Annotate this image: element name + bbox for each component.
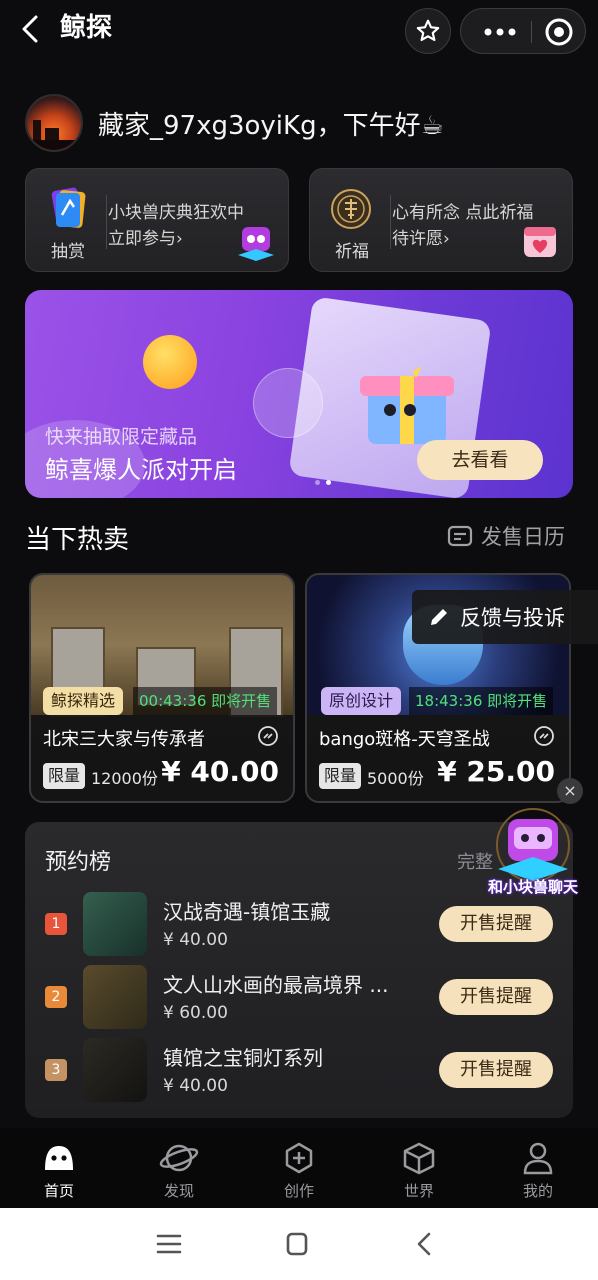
product-name: bango斑格-天穹圣战 [319, 729, 490, 750]
promo-banner[interactable]: 快来抽取限定藏品 鲸喜爆人派对开启 去看看 [25, 290, 573, 498]
home-square-icon[interactable] [282, 1230, 312, 1258]
banner-headline: 鲸喜爆人派对开启 [45, 456, 237, 484]
sale-reminder-button[interactable]: 开售提醒 [439, 979, 553, 1015]
tab-label: 创作 [283, 1182, 314, 1200]
product-info: 鲸探精选 00:43:36 即将开售 北宋三大家与传承者 限量 12000份 ¥… [31, 687, 293, 801]
banner-cta-button[interactable]: 去看看 [417, 440, 543, 480]
rank-number: 1 [45, 913, 67, 935]
gift-box-icon [360, 362, 454, 444]
rank-thumbnail [83, 965, 147, 1029]
more-icon[interactable] [477, 9, 523, 55]
card-title: 小块兽庆典狂欢中 [108, 203, 244, 223]
greeting-text: 藏家_97xg3oyiKg，下午好☕ [98, 111, 444, 141]
mascot-small-icon [238, 227, 274, 261]
card-action: 待许愿› [392, 229, 450, 249]
product-info: 原创设计 18:43:36 即将开售 bango斑格-天穹圣战 限量 5000份… [307, 687, 569, 801]
tab-label: 世界 [403, 1182, 434, 1200]
system-navigation-bar [0, 1208, 598, 1280]
edition-count: 5000份 [367, 769, 424, 788]
pagination-dot [315, 480, 320, 485]
banner-subtitle: 快来抽取限定藏品 [45, 426, 198, 448]
rank-item-price: ¥ 40.00 [163, 1076, 228, 1096]
tab-profile[interactable]: 我的 [498, 1140, 578, 1201]
card-divider [390, 195, 391, 249]
tab-home[interactable]: 首页 [19, 1140, 99, 1201]
capsule-divider [531, 21, 532, 43]
rank-number: 2 [45, 986, 67, 1008]
ranking-row[interactable]: 2 文人山水画的最高境界 ... ¥ 60.00 开售提醒 [25, 965, 573, 1031]
rank-item-price: ¥ 40.00 [163, 930, 228, 950]
ranking-title: 预约榜 [45, 850, 112, 875]
card-divider [106, 195, 107, 249]
avatar[interactable] [25, 94, 83, 152]
rank-thumbnail [83, 892, 147, 956]
limited-badge: 限量 [43, 763, 85, 789]
cube-icon [403, 1142, 435, 1175]
plus-circle-icon [285, 1142, 313, 1174]
ranking-row[interactable]: 3 镇馆之宝铜灯系列 ¥ 40.00 开售提醒 [25, 1038, 573, 1104]
tab-label: 发现 [163, 1182, 194, 1200]
pencil-icon [431, 609, 447, 625]
product-card[interactable]: 鲸探精选 00:43:36 即将开售 北宋三大家与传承者 限量 12000份 ¥… [29, 573, 295, 803]
calendar-icon [447, 525, 473, 547]
tab-label: 首页 [43, 1182, 74, 1200]
close-target-icon[interactable] [541, 14, 577, 50]
calendar-heart-icon [524, 227, 556, 257]
party-emoji-icon [143, 335, 197, 389]
edition-count: 12000份 [91, 769, 158, 788]
limited-badge: 限量 [319, 763, 361, 789]
draw-reward-card[interactable]: 抽赏 小块兽庆典狂欢中 立即参与› [25, 168, 289, 272]
back-icon[interactable] [14, 12, 48, 46]
banner-pagination [315, 480, 331, 485]
rank-item-name: 文人山水画的最高境界 ... [163, 973, 389, 997]
feedback-label: 反馈与投诉 [460, 606, 565, 630]
product-price: ¥ 40.00 [161, 755, 279, 788]
mascot-chat-label[interactable]: 和小块兽聊天 [478, 876, 588, 897]
top-bar: 鲸探 [0, 0, 598, 62]
card-action: 立即参与› [108, 229, 183, 249]
home-icon [45, 1146, 73, 1170]
tab-world[interactable]: 世界 [379, 1140, 459, 1201]
release-calendar-link[interactable]: 发售日历 [447, 522, 565, 550]
chain-link-icon [258, 726, 278, 746]
rank-item-name: 汉战奇遇-镇馆玉藏 [163, 900, 331, 924]
favorite-button[interactable] [405, 8, 451, 54]
sale-reminder-button[interactable]: 开售提醒 [439, 1052, 553, 1088]
back-arrow-icon[interactable] [410, 1230, 440, 1258]
page-title: 鲸探 [60, 13, 113, 43]
product-tag: 鲸探精选 [43, 687, 124, 715]
mini-program-capsule [460, 8, 586, 54]
tab-create[interactable]: 创作 [259, 1140, 339, 1201]
person-icon [523, 1142, 553, 1175]
product-countdown: 00:43:36 即将开售 [133, 687, 278, 715]
rank-item-name: 镇馆之宝铜灯系列 [163, 1046, 323, 1070]
tab-discover[interactable]: 发现 [139, 1140, 219, 1201]
cards-icon [51, 187, 86, 228]
feedback-button[interactable]: 反馈与投诉 [412, 590, 598, 644]
sale-reminder-button[interactable]: 开售提醒 [439, 906, 553, 942]
rank-item-price: ¥ 60.00 [163, 1003, 228, 1023]
star-icon [416, 19, 440, 42]
section-title-hot: 当下热卖 [25, 525, 130, 555]
product-tag: 原创设计 [321, 687, 402, 715]
menu-icon[interactable] [154, 1230, 184, 1258]
tab-label: 我的 [522, 1182, 553, 1200]
product-countdown: 18:43:36 即将开售 [409, 687, 554, 715]
blessing-card[interactable]: 祈福 心有所念 点此祈福 待许愿› [309, 168, 573, 272]
card-icon-label: 抽赏 [51, 242, 85, 262]
banner-bubble-decoration [253, 368, 323, 438]
card-title: 心有所念 点此祈福 [392, 203, 534, 223]
blessing-seal-icon [331, 189, 371, 229]
product-price: ¥ 25.00 [437, 755, 555, 788]
pagination-dot-active [326, 480, 331, 485]
rank-thumbnail [83, 1038, 147, 1102]
product-name: 北宋三大家与传承者 [43, 729, 205, 750]
card-icon-label: 祈福 [335, 242, 369, 262]
chain-link-icon [534, 726, 554, 746]
rank-number: 3 [45, 1059, 67, 1081]
bottom-tab-bar: 首页 发现 创作 世界 我的 [0, 1128, 598, 1208]
calendar-label: 发售日历 [481, 525, 565, 549]
planet-icon [159, 1144, 199, 1172]
